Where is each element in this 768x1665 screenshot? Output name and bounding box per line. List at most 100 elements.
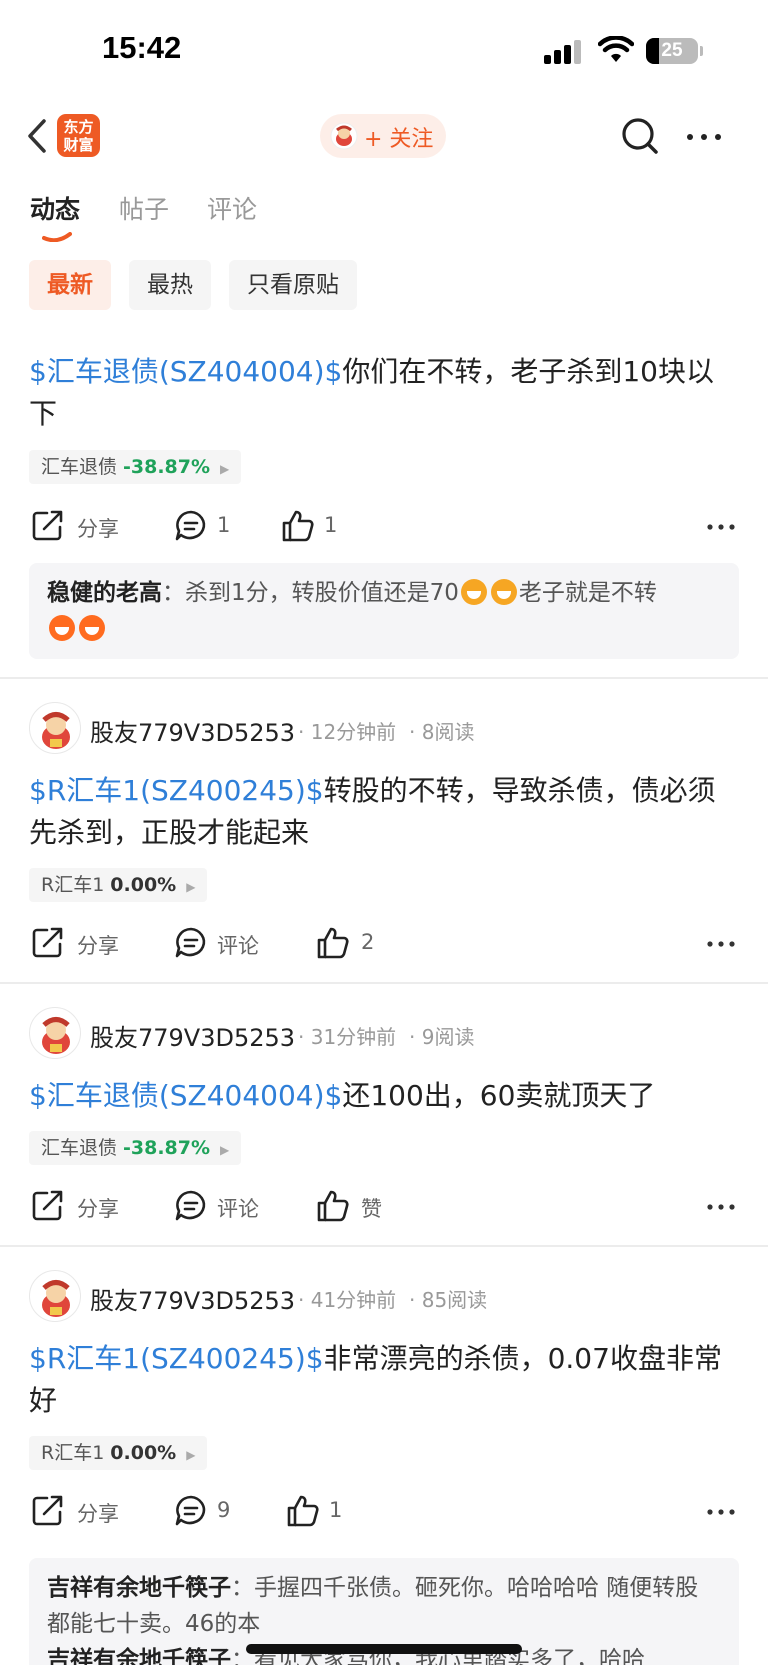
post-actions: 分享 1 1 [0,505,768,549]
comment-icon [175,927,206,958]
post-divider [0,1245,768,1247]
tab-dynamics[interactable]: 动态 [30,190,80,226]
share-icon [32,510,63,541]
stock-tag[interactable]: 汇车退债 -38.87% ▶ [29,450,242,484]
reply-text: 老子就是不转 [518,580,657,606]
post-divider [0,982,768,984]
author-name[interactable]: 股友779V3D5253 [90,713,295,748]
like-count: 2 [361,930,375,954]
comment-count: 9 [217,1498,231,1522]
tag-arrow-icon: ▶ [220,1143,230,1157]
more-icon[interactable] [682,122,726,152]
cellular-signal-icon [544,40,584,64]
follow-button[interactable]: + 关注 [320,114,446,158]
like-icon [287,1495,319,1527]
wifi-icon [598,36,634,62]
author-name[interactable]: 股友779V3D5253 [90,1018,295,1053]
laugh-emoji-icon [49,615,75,641]
home-indicator [246,1644,522,1654]
dots-icon[interactable] [706,1197,736,1217]
dots-icon[interactable] [706,934,736,954]
nav-bar: 东方 财富 + 关注 [0,104,768,168]
filter-original-only[interactable]: 只看原贴 [229,260,357,310]
tab-posts[interactable]: 帖子 [119,190,169,226]
post-text: 还100出，60卖就顶天了 [342,1079,656,1112]
post-time: · 31分钟前 [298,1025,397,1049]
dots-icon[interactable] [706,1502,736,1522]
author-name[interactable]: 股友779V3D5253 [90,1281,295,1316]
reply-text: 杀到1分，转股价值还是70 [185,580,459,606]
grin-emoji-icon [460,579,487,605]
grin-emoji-icon [490,579,517,605]
post-divider [0,677,768,679]
share-label: 分享 [77,1197,119,1221]
tag-arrow-icon: ▶ [220,462,230,476]
post-reads: · 9阅读 [409,1025,475,1049]
reply-author[interactable]: 稳健的老高 [47,580,162,606]
share-icon [32,927,63,958]
stock-link[interactable]: $汇车退债(SZ404004)$ [29,355,342,388]
avatar[interactable] [29,1270,81,1322]
avatar-icon [330,122,358,150]
share-label: 分享 [77,1502,119,1526]
battery-level: 25 [661,40,683,61]
like-icon [317,1190,349,1222]
comment-icon [175,1190,206,1221]
stock-tag-name: R汇车1 [41,874,105,896]
post-content[interactable]: $汇车退债(SZ404004)$还100出，60卖就顶天了 [29,1075,739,1117]
filter-hottest[interactable]: 最热 [129,260,211,310]
stock-tag[interactable]: 汇车退债 -38.87% ▶ [29,1131,242,1165]
search-icon[interactable] [618,114,662,158]
post-content[interactable]: $R汇车1(SZ400245)$非常漂亮的杀债，0.07收盘非常好 [29,1338,739,1422]
tab-active-indicator [42,232,72,242]
filter-latest[interactable]: 最新 [29,260,111,310]
tag-arrow-icon: ▶ [186,880,196,894]
back-icon[interactable] [22,116,52,156]
comment-label: 评论 [217,934,259,958]
follow-label: + 关注 [364,127,434,152]
status-time: 15:42 [102,30,182,65]
stock-tag-name: 汇车退债 [41,456,118,478]
share-icon [32,1190,63,1221]
post-actions: 分享 评论 赞 [0,1185,768,1229]
like-label: 赞 [361,1197,382,1221]
post-actions: 分享 9 1 [0,1490,768,1534]
stock-tag-change: 0.00% [110,1442,177,1464]
post-content[interactable]: $汇车退债(SZ404004)$你们在不转，老子杀到10块以下 [29,351,739,435]
stock-link[interactable]: $汇车退债(SZ404004)$ [29,1079,342,1112]
reply-preview[interactable]: 稳健的老高：杀到1分，转股价值还是70 老子就是不转 [29,563,739,659]
reply-author[interactable]: 吉祥有余地千筷子 [47,1575,231,1601]
stock-link[interactable]: $R汇车1(SZ400245)$ [29,774,324,807]
reply-author[interactable]: 吉祥有余地千筷子 [47,1647,231,1665]
share-icon [32,1495,63,1526]
dots-icon[interactable] [706,517,736,537]
stock-tag-name: R汇车1 [41,1442,105,1464]
like-count: 1 [329,1498,343,1522]
post-actions: 分享 评论 2 [0,922,768,966]
stock-link[interactable]: $R汇车1(SZ400245)$ [29,1342,324,1375]
post-reads: · 8阅读 [409,720,475,744]
post-time: · 41分钟前 [298,1288,397,1312]
battery-icon: 25 [646,38,698,64]
post-time: · 12分钟前 [298,720,397,744]
stock-tag-change: 0.00% [110,874,177,896]
like-icon [317,927,349,959]
stock-tag-name: 汇车退债 [41,1137,118,1159]
avatar[interactable] [29,702,81,754]
post-content[interactable]: $R汇车1(SZ400245)$转股的不转，导致杀债，债必须先杀到，正股才能起来 [29,770,739,854]
eastmoney-logo[interactable]: 东方 财富 [57,114,100,157]
post-reads: · 85阅读 [409,1288,488,1312]
avatar[interactable] [29,1007,81,1059]
status-bar: 15:42 25 [0,0,768,100]
like-icon [282,510,314,542]
tab-comments[interactable]: 评论 [207,190,257,226]
comment-icon [175,1495,206,1526]
like-count: 1 [324,513,338,537]
tag-arrow-icon: ▶ [186,1448,196,1462]
share-label: 分享 [77,934,119,958]
stock-tag[interactable]: R汇车1 0.00% ▶ [29,868,208,902]
stock-tag-change: -38.87% [123,1137,211,1159]
laugh-emoji-icon [79,615,105,641]
stock-tag-change: -38.87% [123,456,211,478]
stock-tag[interactable]: R汇车1 0.00% ▶ [29,1436,208,1470]
